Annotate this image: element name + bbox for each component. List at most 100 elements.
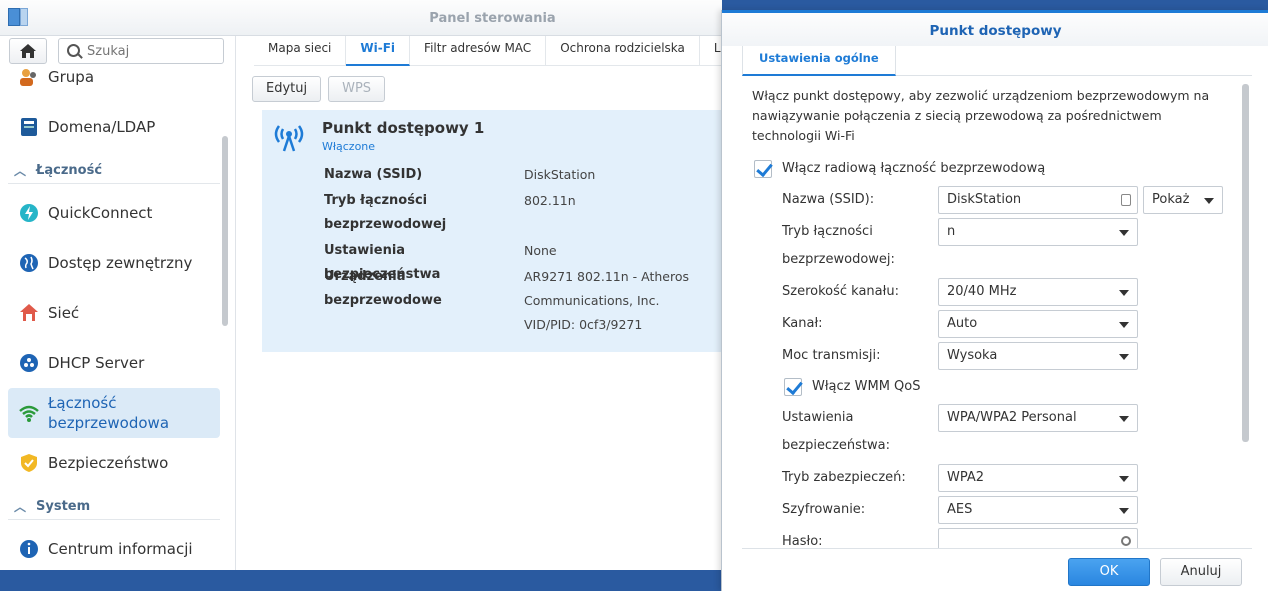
domain-icon [21, 118, 37, 136]
dialog-tab-bar: Ustawienia ogólne [742, 46, 1252, 76]
tab-more[interactable]: Li [700, 36, 722, 66]
mode-select[interactable]: n [938, 218, 1138, 246]
sidebar-section-lacznosc[interactable]: ︿ Łączność [8, 158, 220, 184]
channel-width-value: 20/40 MHz [947, 284, 1017, 299]
tab-general-settings[interactable]: Ustawienia ogólne [742, 46, 896, 76]
info-icon [20, 540, 38, 558]
security-label: Ustawienia bezpieczeństwa: [782, 410, 890, 453]
titlebar: Panel sterowania [0, 0, 722, 36]
chevron-up-icon: ︿ [14, 500, 27, 514]
keyboard-icon [1121, 194, 1131, 206]
security-mode-label: Tryb zabezpieczeń: [782, 470, 906, 485]
access-point-icon [274, 125, 304, 152]
dialog-body: Włącz punkt dostępowy, aby zezwolić urzą… [742, 86, 1252, 548]
shield-icon [21, 454, 37, 472]
eye-icon[interactable] [1121, 536, 1131, 546]
chevron-down-icon [1119, 230, 1129, 236]
wifi-icon [19, 405, 39, 422]
ap-value: AR9271 802.11n - Atheros Communications,… [524, 269, 690, 308]
encryption-select[interactable]: AES [938, 496, 1138, 524]
sidebar-item-network[interactable]: Sieć [8, 288, 220, 338]
toolbar: Edytuj WPS [252, 76, 386, 102]
ssid-label: Nazwa (SSID): [782, 192, 875, 207]
tab-network-map[interactable]: Mapa sieci [254, 36, 347, 66]
chevron-down-icon [1119, 416, 1129, 422]
sidebar-item-grupa[interactable]: Grupa [8, 52, 220, 102]
access-point-status: Włączone [322, 140, 376, 153]
quickconnect-icon [20, 204, 38, 222]
ap-key: Nazwa (SSID) [324, 167, 423, 182]
sidebar-item-label: Dostęp zewnętrzny [48, 254, 193, 272]
cancel-button[interactable]: Anuluj [1160, 558, 1242, 586]
password-input[interactable] [938, 528, 1138, 548]
sidebar-scrollbar[interactable] [222, 136, 228, 326]
sidebar-item-dhcp[interactable]: DHCP Server [8, 338, 220, 388]
show-ssid-value: Pokaż [1152, 192, 1190, 207]
security-mode-select[interactable]: WPA2 [938, 464, 1138, 492]
security-mode-value: WPA2 [947, 470, 985, 485]
sidebar-item-label: DHCP Server [48, 354, 145, 372]
access-point-panel[interactable]: Punkt dostępowy 1 Włączone Nazwa (SSID) … [262, 110, 722, 352]
channel-width-label: Szerokość kanału: [782, 284, 899, 299]
power-select[interactable]: Wysoka [938, 342, 1138, 370]
tab-mac-filter[interactable]: Filtr adresów MAC [410, 36, 547, 66]
ap-key: Tryb łączności bezprzewodowej [324, 193, 447, 232]
chevron-up-icon: ︿ [14, 164, 27, 178]
channel-select[interactable]: Auto [938, 310, 1138, 338]
section-label: Łączność [36, 163, 103, 178]
security-value: WPA/WPA2 Personal [947, 410, 1077, 425]
dialog-scrollbar[interactable] [1242, 84, 1249, 442]
network-house-icon [20, 304, 38, 321]
ok-button[interactable]: OK [1068, 558, 1150, 586]
ap-value: VID/PID: 0cf3/9271 [524, 317, 643, 332]
sidebar-item-label: Centrum informacji [48, 540, 193, 558]
power-value: Wysoka [947, 348, 998, 363]
edit-button[interactable]: Edytuj [252, 76, 322, 102]
tab-bar: Mapa sieci Wi-Fi Filtr adresów MAC Ochro… [254, 36, 722, 66]
encryption-value: AES [947, 502, 973, 517]
chevron-down-icon [1119, 322, 1129, 328]
sidebar-item-info-center[interactable]: Centrum informacji [8, 524, 220, 570]
power-label: Moc transmisji: [782, 348, 881, 363]
sidebar-item-label: QuickConnect [48, 204, 153, 222]
main-window: Panel sterowania Grupa Domena/LDAP ︿ Łąc… [0, 0, 722, 570]
sidebar-item-quickconnect[interactable]: QuickConnect [8, 188, 220, 238]
tab-wifi[interactable]: Wi-Fi [346, 36, 411, 66]
sidebar-item-wireless[interactable]: Łączność bezprzewodowa [8, 388, 220, 438]
channel-label: Kanał: [782, 316, 823, 331]
chevron-down-icon [1204, 198, 1214, 204]
group-icon [20, 69, 36, 86]
sidebar-item-external-access[interactable]: Dostęp zewnętrzny [8, 238, 220, 288]
chevron-down-icon [1119, 508, 1129, 514]
sidebar-item-label: Łączność bezprzewodowa [48, 394, 170, 432]
dialog-description: Włącz punkt dostępowy, aby zezwolić urzą… [752, 88, 1210, 143]
ap-value: DiskStation [524, 167, 596, 182]
chevron-down-icon [1119, 476, 1129, 482]
channel-value: Auto [947, 316, 978, 331]
ssid-value: DiskStation [947, 192, 1022, 207]
sidebar: Grupa Domena/LDAP ︿ Łączność QuickConnec… [0, 36, 236, 570]
sidebar-item-security[interactable]: Bezpieczeństwo [8, 438, 220, 488]
channel-width-select[interactable]: 20/40 MHz [938, 278, 1138, 306]
security-select[interactable]: WPA/WPA2 Personal [938, 404, 1138, 432]
access-point-title: Punkt dostępowy 1 [322, 119, 485, 137]
sidebar-item-domena-ldap[interactable]: Domena/LDAP [8, 102, 220, 152]
ssid-input[interactable]: DiskStation [938, 186, 1138, 214]
ap-value: None [524, 243, 557, 258]
chevron-down-icon [1119, 354, 1129, 360]
content-area: Mapa sieci Wi-Fi Filtr adresów MAC Ochro… [236, 36, 722, 570]
wmm-qos-checkbox[interactable] [784, 378, 802, 396]
dialog-title: Punkt dostępowy [722, 10, 1268, 46]
enable-radio-label: Włącz radiową łączność bezprzewodową [782, 161, 1046, 176]
tab-parental-control[interactable]: Ochrona rodzicielska [546, 36, 700, 66]
enable-radio-checkbox[interactable] [754, 160, 772, 178]
show-ssid-select[interactable]: Pokaż [1143, 186, 1223, 214]
chevron-down-icon [1119, 290, 1129, 296]
sidebar-section-system[interactable]: ︿ System [8, 494, 220, 520]
wps-button[interactable]: WPS [328, 76, 386, 102]
taskbar [0, 570, 722, 591]
sidebar-item-label: Sieć [48, 304, 80, 322]
globe-icon [20, 254, 38, 272]
wmm-qos-label: Włącz WMM QoS [812, 379, 921, 394]
access-point-dialog: Punkt dostępowy Ustawienia ogólne Włącz … [721, 10, 1268, 591]
